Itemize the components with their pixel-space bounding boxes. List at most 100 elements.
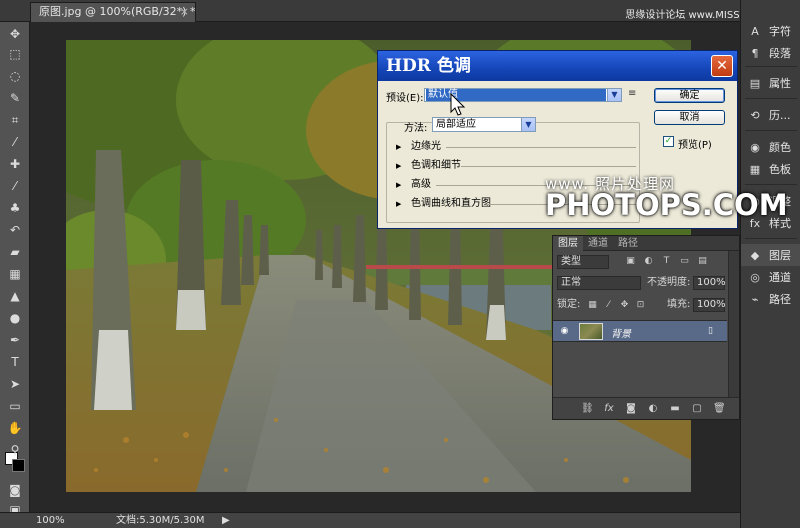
layer-filter-dropdown[interactable]: 类型 [557,255,609,269]
filter-type-icon[interactable]: T [661,256,672,267]
preset-label: 预设(E): [386,93,424,104]
dock-item-label: 字符 [769,25,791,38]
background-color-swatch[interactable] [12,459,25,472]
quick-mask-icon[interactable]: ◙ [3,480,27,500]
dodge-tool-icon[interactable]: ● [3,308,27,328]
filter-pixel-icon[interactable]: ▣ [625,256,636,267]
layers-scrollbar[interactable] [728,251,739,397]
opacity-value: 100% [697,277,726,288]
pen-tool-icon[interactable]: ✒ [3,330,27,350]
lock-all-icon[interactable]: ⊡ [635,300,646,311]
group-icon[interactable]: ▬ [669,403,681,415]
panel-dock: A 字符 ¶ 段落 ▤ 属性 ⟲ 历... ◉ 颜色 ▦ 色板 ◐ 调整 fx 样式 ◆ 图层 ◎ 通道 ⌁ 路径 [740,0,800,528]
dock-item-3[interactable]: ⟲ 历... [741,104,800,126]
brush-tool-icon[interactable]: ⁄ [3,176,27,196]
eyedropper-tool-icon[interactable]: ⁄ [3,132,27,152]
dock-item-label: 段落 [769,47,791,60]
dock-item-label: 通道 [769,271,791,284]
section-edge-glow[interactable]: ▶ 边缘光 [396,140,636,154]
expand-triangle-icon[interactable]: ▶ [396,178,401,192]
fx-icon[interactable]: fx [603,403,615,415]
cancel-button[interactable]: 取消 [654,110,725,125]
zoom-level[interactable]: 100% [36,513,65,528]
eraser-tool-icon[interactable]: ▰ [3,242,27,262]
dock-divider [745,184,797,185]
gradient-tool-icon[interactable]: ▦ [3,264,27,284]
section-label: 边缘光 [411,141,441,152]
close-icon[interactable]: ✕ [711,55,733,77]
watermark-line2: PHOTOPS.COM [545,188,788,222]
healing-tool-icon[interactable]: ✚ [3,154,27,174]
dialog-title[interactable]: HDR 色调 [378,51,737,81]
preview-label[interactable]: 预览(P) [678,136,712,151]
visibility-eye-icon[interactable]: ◉ [559,326,570,337]
layer-row-background[interactable]: ◉ 背景 ▯ [553,320,727,342]
document-tab[interactable]: 原图.jpg @ 100%(RGB/32*) * × [30,2,196,22]
mask-icon[interactable]: ◙ [625,403,637,415]
status-menu-arrow-icon[interactable]: ▶ [222,513,230,528]
tools-panel: ◙ ▣ ✥ ⬚ ◌ ✎ ⌗ ⁄ ✚ ⁄ ♣ ↶ ▰ ▦ ▲ ● ✒ T ➤ ▭ ✋ ⚲ [0,22,30,517]
dock-item-label: 属性 [769,77,791,90]
adjustment-icon[interactable]: ◐ [647,403,659,415]
expand-triangle-icon[interactable]: ▶ [396,159,401,173]
dock-item-label: 历... [769,109,791,122]
crop-tool-icon[interactable]: ⌗ [3,110,27,130]
marquee-tool-icon[interactable]: ⬚ [3,44,27,64]
method-dropdown[interactable]: 局部适应 ▼ [432,117,536,132]
section-tone-detail[interactable]: ▶ 色调和细节 [396,159,636,173]
filter-smart-icon[interactable]: ▤ [697,256,708,267]
tab-paths[interactable]: 路径 [613,236,643,251]
zoom-tool-icon[interactable]: ⚲ [3,440,27,460]
blend-mode-dropdown[interactable]: 正常 [557,276,641,290]
stamp-tool-icon[interactable]: ♣ [3,198,27,218]
trash-icon[interactable]: 🗑 [713,403,726,415]
dock-item-1[interactable]: ¶ 段落 [741,42,800,64]
hand-tool-icon[interactable]: ✋ [3,418,27,438]
document-tab-title: 原图.jpg @ 100%(RGB/32*) * [39,5,196,18]
dock-item-4[interactable]: ◉ 颜色 [741,136,800,158]
document-size-info: 文档:5.30M/5.30M [116,515,205,526]
method-value: 局部适应 [436,119,476,130]
dock-item-label: 图层 [769,249,791,262]
blend-mode-value: 正常 [561,277,581,288]
dock-item-8[interactable]: ◆ 图层 [741,244,800,266]
expand-triangle-icon[interactable]: ▶ [396,140,401,154]
blur-tool-icon[interactable]: ▲ [3,286,27,306]
dock-item-2[interactable]: ▤ 属性 [741,72,800,94]
path-select-tool-icon[interactable]: ➤ [3,374,27,394]
filter-adjust-icon[interactable]: ◐ [643,256,654,267]
lasso-tool-icon[interactable]: ◌ [3,66,27,86]
lock-paint-icon[interactable]: ⁄ [603,300,614,311]
shape-tool-icon[interactable]: ▭ [3,396,27,416]
expand-triangle-icon[interactable]: ▶ [396,197,401,211]
new-layer-icon[interactable]: ▢ [691,403,703,415]
tab-channels[interactable]: 通道 [583,236,613,251]
section-label: 色调和细节 [411,160,461,171]
quick-select-tool-icon[interactable]: ✎ [3,88,27,108]
dock-item-5[interactable]: ▦ 色板 [741,158,800,180]
dock-divider [745,98,797,99]
lock-pixels-icon[interactable]: ▦ [587,300,598,311]
history-brush-tool-icon[interactable]: ↶ [3,220,27,240]
ok-button[interactable]: 确定 [654,88,725,103]
type-tool-icon[interactable]: T [3,352,27,372]
chevron-down-icon[interactable]: ▼ [521,118,535,131]
dock-item-icon: ◎ [750,270,760,284]
chevron-down-icon[interactable]: ▼ [607,89,621,101]
preset-options-icon[interactable]: ≡ [628,88,636,99]
fill-field[interactable]: 100% [693,298,726,312]
dock-item-9[interactable]: ◎ 通道 [741,266,800,288]
dock-item-label: 色板 [769,163,791,176]
tab-layers[interactable]: 图层 [553,236,583,251]
lock-position-icon[interactable]: ✥ [619,300,630,311]
dock-item-10[interactable]: ⌁ 路径 [741,288,800,310]
link-icon[interactable]: ⛓ [581,403,594,415]
layers-panel: 图层 通道 路径 类型 ▣ ◐ T ▭ ▤ 正常 不透明度: 100% 锁定: … [552,235,740,420]
filter-shape-icon[interactable]: ▭ [679,256,690,267]
opacity-field[interactable]: 100% [693,276,726,290]
close-tab-icon[interactable]: × [180,3,189,21]
lock-label: 锁定: [557,299,581,310]
move-tool-icon[interactable]: ✥ [3,24,27,44]
preview-checkbox[interactable]: ✓ [663,136,674,147]
dock-item-0[interactable]: A 字符 [741,20,800,42]
